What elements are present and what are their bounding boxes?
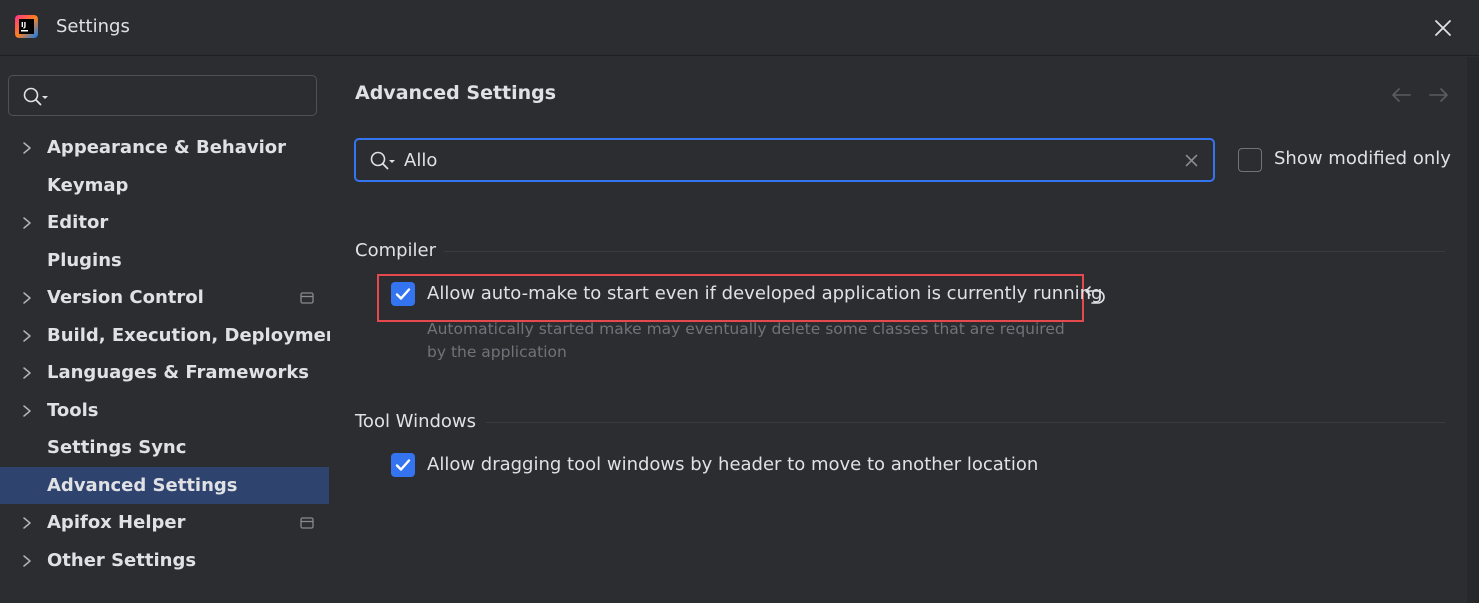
sidebar-item-label: Appearance & Behavior xyxy=(47,137,287,159)
window-title: Settings xyxy=(56,16,130,37)
sidebar-item-label: Settings Sync xyxy=(47,437,187,459)
chevron-right-icon[interactable] xyxy=(21,554,33,568)
group-separator xyxy=(486,422,1445,423)
sidebar-item-languages-frameworks[interactable]: Languages & Frameworks xyxy=(0,354,329,392)
sidebar-item-label: Keymap xyxy=(47,174,129,196)
sidebar-item-label: Version Control xyxy=(47,287,204,309)
sidebar-item-label: Advanced Settings xyxy=(47,474,238,496)
auto-make-label: Allow auto-make to start even if develop… xyxy=(427,283,1103,304)
settings-search-input[interactable]: Allo xyxy=(354,138,1215,182)
back-arrow-icon[interactable] xyxy=(1390,87,1412,103)
sidebar-item-editor[interactable]: Editor xyxy=(0,204,329,242)
settings-content: Advanced Settings Allo Show modified onl… xyxy=(330,57,1479,603)
sidebar-item-plugins[interactable]: Plugins xyxy=(0,242,329,280)
sidebar-item-other-settings[interactable]: Other Settings xyxy=(0,542,329,580)
drag-tool-windows-checkbox[interactable] xyxy=(391,453,415,477)
sidebar-search-input[interactable] xyxy=(8,75,317,116)
sidebar-item-label: Plugins xyxy=(47,249,122,271)
chevron-right-icon[interactable] xyxy=(21,216,33,230)
intellij-logo-icon: IJ xyxy=(14,14,39,39)
settings-sidebar: Appearance & Behavior Keymap Editor Plugins… xyxy=(0,57,347,603)
forward-arrow-icon[interactable] xyxy=(1428,87,1450,103)
sidebar-item-label: Other Settings xyxy=(47,549,197,571)
settings-tree: Appearance & Behavior Keymap Editor Plugins… xyxy=(0,129,347,580)
reset-to-default-icon[interactable] xyxy=(1084,283,1108,305)
project-level-icon xyxy=(300,517,314,529)
sidebar-item-keymap[interactable]: Keymap xyxy=(0,167,329,205)
checkmark-icon xyxy=(395,288,411,300)
logo-text: IJ xyxy=(21,21,26,29)
chevron-right-icon[interactable] xyxy=(21,404,33,418)
close-icon xyxy=(1435,20,1451,36)
sidebar-item-apifox-helper[interactable]: Apifox Helper xyxy=(0,504,329,542)
auto-make-description: Automatically started make may eventuall… xyxy=(427,320,1065,361)
group-separator xyxy=(444,251,1445,252)
sidebar-item-label: Apifox Helper xyxy=(47,512,186,534)
sidebar-item-settings-sync[interactable]: Settings Sync xyxy=(0,429,329,467)
title-bar: IJ Settings xyxy=(0,0,1479,56)
group-title-compiler: Compiler xyxy=(355,240,437,261)
sidebar-item-label: Build, Execution, Deployment xyxy=(47,324,348,346)
search-icon xyxy=(23,87,48,106)
checkmark-icon xyxy=(395,459,411,471)
chevron-right-icon[interactable] xyxy=(21,291,33,305)
chevron-right-icon[interactable] xyxy=(21,141,33,155)
group-title-tool-windows: Tool Windows xyxy=(355,411,477,432)
sidebar-item-build-execution-deployment[interactable]: Build, Execution, Deployment xyxy=(0,317,347,355)
chevron-right-icon[interactable] xyxy=(21,329,33,343)
chevron-right-icon[interactable] xyxy=(21,366,33,380)
show-modified-label: Show modified only xyxy=(1274,148,1451,169)
sidebar-item-label: Languages & Frameworks xyxy=(47,362,310,384)
project-level-icon xyxy=(300,292,314,304)
close-button[interactable] xyxy=(1426,12,1460,44)
show-modified-checkbox[interactable] xyxy=(1238,148,1262,172)
sidebar-item-advanced-settings[interactable]: Advanced Settings xyxy=(0,466,329,504)
sidebar-item-appearance-behavior[interactable]: Appearance & Behavior xyxy=(0,129,329,167)
sidebar-item-label: Editor xyxy=(47,212,109,234)
search-value: Allo xyxy=(404,150,438,171)
sidebar-item-tools[interactable]: Tools xyxy=(0,392,329,430)
sidebar-item-version-control[interactable]: Version Control xyxy=(0,279,329,317)
chevron-right-icon[interactable] xyxy=(21,516,33,530)
page-title: Advanced Settings xyxy=(355,82,557,104)
clear-search-icon[interactable] xyxy=(1185,154,1198,167)
sidebar-item-label: Tools xyxy=(47,399,99,421)
scrollbar-track[interactable] xyxy=(1467,57,1479,603)
drag-tool-windows-label: Allow dragging tool windows by header to… xyxy=(427,454,1039,475)
auto-make-checkbox[interactable] xyxy=(391,282,415,306)
search-icon xyxy=(370,151,395,170)
